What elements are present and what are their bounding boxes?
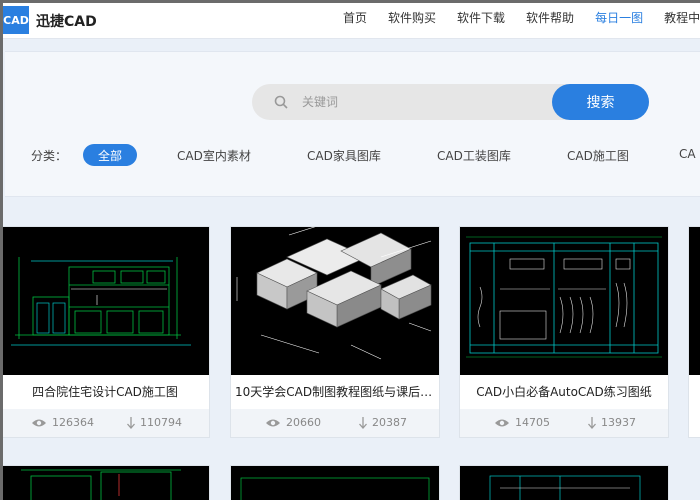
top-header: CAD 迅捷CAD 首页 软件购买 软件下载 软件帮助 每日一图 教程中 — [3, 3, 700, 39]
category-label: 分类： — [31, 149, 68, 163]
drawing-thumbnail[interactable] — [689, 227, 700, 375]
download-icon — [359, 416, 367, 429]
search-button[interactable]: 搜索 — [552, 84, 649, 120]
nav-item-download[interactable]: 软件下载 — [457, 3, 505, 39]
search-input[interactable] — [302, 92, 542, 112]
category-more[interactable]: CA — [679, 147, 696, 161]
download-count-value: 110794 — [140, 416, 182, 429]
download-icon — [127, 416, 135, 429]
view-count: 20660 — [265, 416, 321, 429]
card-title[interactable]: 10天学会CAD制图教程图纸与课后配... — [231, 383, 439, 400]
drawing-thumbnail[interactable] — [3, 227, 209, 375]
nav-item-help[interactable]: 软件帮助 — [526, 3, 574, 39]
drawing-card[interactable]: 10天学会CAD制图教程图纸与课后配... 20660 20387 — [230, 226, 440, 438]
search-icon — [274, 95, 288, 109]
drawing-card[interactable]: CAD小白必备AutoCAD练习图纸 14705 13937 — [459, 226, 669, 438]
card-stats: 126364 110794 — [3, 409, 209, 437]
category-tooling[interactable]: CAD工装图库 — [437, 147, 511, 164]
download-count: 20387 — [359, 416, 407, 429]
nav-item-tutorial[interactable]: 教程中 — [664, 3, 700, 39]
drawing-thumbnail[interactable] — [460, 227, 668, 375]
category-construction[interactable]: CAD施工图 — [567, 147, 629, 164]
nav-item-daily-drawing[interactable]: 每日一图 — [595, 3, 643, 39]
drawing-card-partial[interactable] — [3, 465, 210, 500]
category-interior[interactable]: CAD室内素材 — [177, 147, 251, 164]
drawing-card-partial[interactable] — [230, 465, 440, 500]
download-count-value: 20387 — [372, 416, 407, 429]
download-count: 110794 — [127, 416, 182, 429]
nav-item-home[interactable]: 首页 — [343, 3, 367, 39]
view-count-value: 20660 — [286, 416, 321, 429]
download-count: 13937 — [588, 416, 636, 429]
eye-icon — [266, 419, 280, 426]
drawing-card[interactable]: 四合院住宅设计CAD施工图 126364 110794 — [3, 226, 210, 438]
drawing-card-partial[interactable] — [688, 226, 700, 438]
view-count: 126364 — [31, 416, 94, 429]
brand-name[interactable]: 迅捷CAD — [36, 11, 97, 31]
nav-item-buy[interactable]: 软件购买 — [388, 3, 436, 39]
drawing-thumbnail[interactable] — [231, 227, 439, 375]
search-bar: 搜索 — [252, 84, 649, 120]
drawing-thumbnail[interactable] — [3, 466, 209, 500]
category-furniture[interactable]: CAD家具图库 — [307, 147, 381, 164]
view-count-value: 126364 — [52, 416, 94, 429]
card-title[interactable]: CAD小白必备AutoCAD练习图纸 — [460, 383, 668, 400]
category-all[interactable]: 全部 — [83, 144, 137, 166]
drawing-thumbnail[interactable] — [231, 466, 439, 500]
drawing-thumbnail[interactable] — [460, 466, 668, 500]
logo-icon[interactable]: CAD — [3, 6, 29, 34]
main-nav: 首页 软件购买 软件下载 软件帮助 每日一图 教程中 — [343, 3, 700, 39]
card-title[interactable]: 四合院住宅设计CAD施工图 — [3, 383, 209, 400]
category-filter: 分类： 全部 CAD室内素材 CAD家具图库 CAD工装图库 CAD施工图 CA — [31, 144, 700, 166]
eye-icon — [495, 419, 509, 426]
download-icon — [588, 416, 596, 429]
download-count-value: 13937 — [601, 416, 636, 429]
page: CAD 迅捷CAD 首页 软件购买 软件下载 软件帮助 每日一图 教程中 搜索 … — [3, 3, 700, 500]
view-count: 14705 — [494, 416, 550, 429]
view-count-value: 14705 — [515, 416, 550, 429]
card-stats: 20660 20387 — [231, 409, 439, 437]
card-stats: 14705 13937 — [460, 409, 668, 437]
eye-icon — [32, 419, 46, 426]
drawing-card-partial[interactable] — [459, 465, 669, 500]
search-panel: 搜索 分类： 全部 CAD室内素材 CAD家具图库 CAD工装图库 CAD施工图… — [5, 51, 700, 197]
